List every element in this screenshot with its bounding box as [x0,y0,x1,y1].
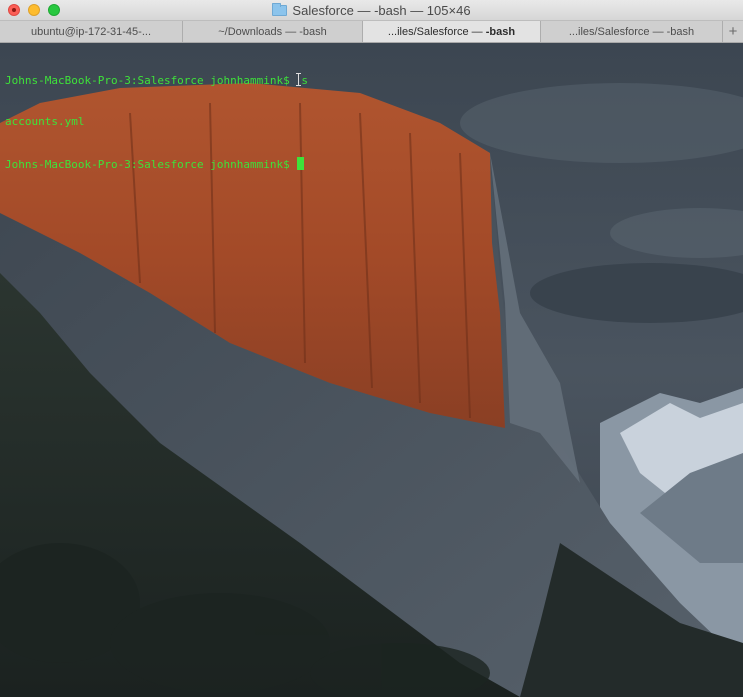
plus-icon: + [728,23,738,40]
text-cursor-ibeam-icon [296,73,302,86]
tab-label-prefix: ...iles/Salesforce — [387,25,486,38]
tab-label-strong: -bash [485,25,516,38]
terminal-output-area[interactable]: Johns-MacBook-Pro-3:Salesforce johnhammi… [0,43,743,697]
terminal-text[interactable]: Johns-MacBook-Pro-3:Salesforce johnhammi… [5,45,308,199]
prompt: Johns-MacBook-Pro-3:Salesforce johnhammi… [5,74,297,87]
tab-label: ubuntu@ip-172-31-45-... [30,25,152,38]
command-text-after: s [301,74,309,87]
folder-icon [272,2,288,16]
tab-downloads[interactable]: ~/Downloads — -bash [183,21,363,42]
tab-salesforce-active[interactable]: ...iles/Salesforce — -bash [363,21,541,42]
window-title-group: Salesforce — -bash — 105×46 [0,0,743,20]
tab-ubuntu[interactable]: ubuntu@ip-172-31-45-... [0,21,183,42]
terminal-line: Johns-MacBook-Pro-3:Salesforce johnhammi… [5,157,308,171]
new-tab-button[interactable]: + [723,21,743,42]
block-cursor [297,157,305,170]
terminal-line: Johns-MacBook-Pro-3:Salesforce johnhammi… [5,73,308,87]
title-bar[interactable]: Salesforce — -bash — 105×46 [0,0,743,21]
command-output: accounts.yml [5,115,85,128]
tab-salesforce[interactable]: ...iles/Salesforce — -bash [541,21,723,42]
tab-label: ...iles/Salesforce — -bash [568,25,695,38]
window-title: Salesforce — -bash — 105×46 [292,2,471,18]
terminal-line: accounts.yml [5,115,308,129]
terminal-window: Salesforce — -bash — 105×46 ubuntu@ip-17… [0,0,743,697]
prompt: Johns-MacBook-Pro-3:Salesforce johnhammi… [5,158,297,171]
tab-label: ...iles/Salesforce — -bash [388,26,515,38]
tab-bar: ubuntu@ip-172-31-45-... ~/Downloads — -b… [0,21,743,43]
tab-label: ~/Downloads — -bash [218,25,327,38]
